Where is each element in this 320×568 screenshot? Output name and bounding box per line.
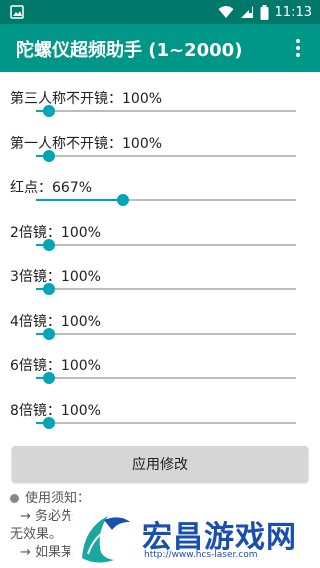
image-icon — [10, 5, 24, 19]
slider-thumb[interactable] — [43, 283, 55, 295]
setting-label: 第一人称不开镜：100% — [10, 135, 163, 152]
slider-thumb[interactable] — [43, 238, 55, 251]
slider-thumb[interactable] — [117, 194, 130, 206]
slider-track[interactable] — [36, 288, 296, 290]
setting-row: 8倍镜：100% — [0, 400, 320, 444]
slider-track[interactable] — [36, 154, 296, 157]
app-bar: 陀螺仪超频助手 (1~2000) — [0, 24, 320, 72]
slider-track[interactable] — [36, 110, 296, 112]
setting-row: 第三人称不开镜：100% — [0, 88, 320, 132]
setting-row: 4倍镜：100% — [0, 311, 320, 355]
setting-label: 4倍镜：100% — [10, 313, 101, 330]
status-time: 11:13 — [274, 4, 312, 20]
setting-row: 6倍镜：100% — [0, 355, 320, 399]
setting-row: 2倍镜：100% — [0, 222, 320, 266]
battery-icon — [260, 4, 269, 20]
setting-row: 第一人称不开镜：100% — [0, 133, 320, 177]
setting-label: 第三人称不开镜：100% — [10, 91, 163, 107]
slider-track[interactable] — [36, 377, 296, 379]
watermark-url: http://www.hcs-laser.com — [144, 550, 258, 560]
setting-row: 3倍镜：100% — [0, 266, 320, 310]
slider-thumb[interactable] — [43, 416, 55, 429]
slider-thumb[interactable] — [43, 372, 55, 384]
slider-thumb[interactable] — [43, 149, 55, 162]
slider-track[interactable] — [36, 421, 296, 424]
slider-thumb[interactable] — [43, 105, 55, 117]
signal-icon — [240, 5, 254, 19]
wifi-icon — [218, 5, 234, 19]
slider-track[interactable] — [36, 243, 296, 246]
watermark-logo-icon — [74, 508, 134, 566]
watermark: 宏昌游戏网 http://www.hcs-laser.com — [70, 506, 320, 568]
setting-label: 8倍镜：100% — [10, 402, 101, 419]
slider-fill — [36, 199, 124, 201]
apply-button[interactable]: 应用修改 — [12, 446, 308, 482]
overflow-menu-icon[interactable] — [286, 36, 310, 60]
setting-label: 2倍镜：100% — [10, 224, 101, 241]
slider-thumb[interactable] — [43, 327, 55, 340]
setting-label: 3倍镜：100% — [10, 269, 101, 285]
setting-label: 红点：667% — [10, 180, 93, 196]
notice-title: 使用须知： — [25, 491, 91, 506]
setting-label: 6倍镜：100% — [10, 358, 101, 374]
status-bar: 11:13 — [0, 0, 320, 24]
setting-row: 红点：667% — [0, 177, 320, 221]
slider-track[interactable] — [36, 332, 296, 335]
bullet-icon — [10, 494, 19, 503]
page-title: 陀螺仪超频助手 (1~2000) — [16, 40, 243, 61]
